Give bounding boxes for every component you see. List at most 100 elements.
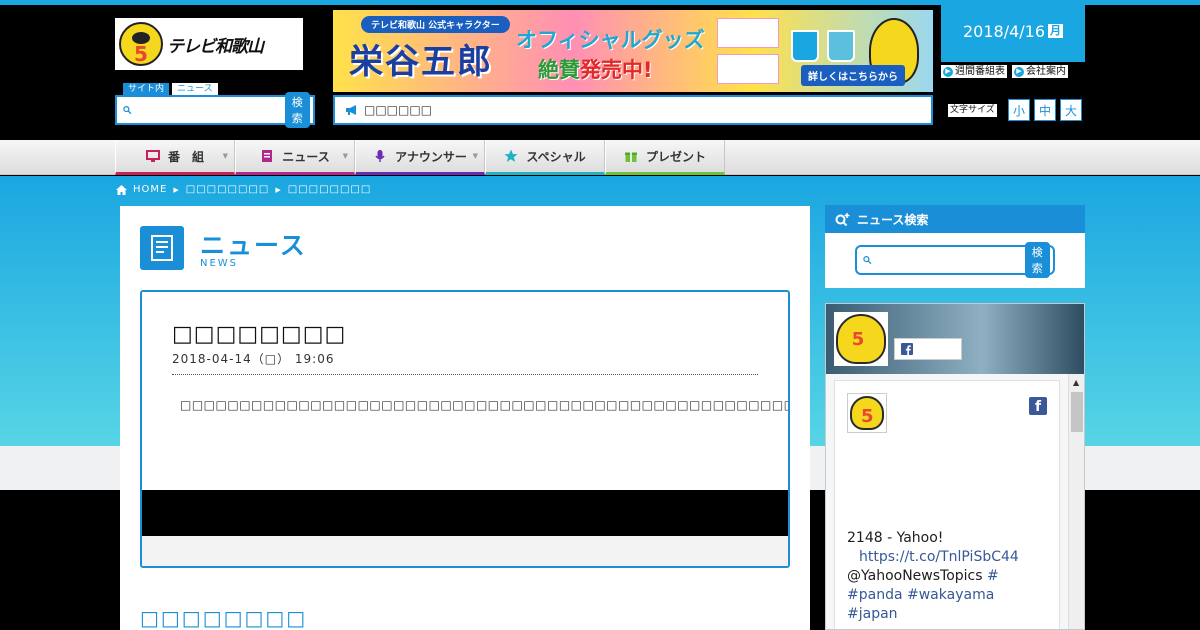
breadcrumb-item[interactable]: □□□□□□□□ [186,184,270,195]
utility-links: ▶ 週間番組表 ▶ 会社案内 [941,65,1068,78]
article-card: □□□□□□□□ 2018-04-14（□） 19:06 □□□□□□□□□□□… [140,290,790,568]
font-size-medium-button[interactable]: 中 [1034,99,1056,121]
scroll-up-icon[interactable]: ▲ [1073,378,1079,387]
sidebar-search-title: ニュース検索 [857,212,929,227]
weekly-schedule-link[interactable]: ▶ 週間番組表 [941,65,1007,78]
related-news-heading: □□□□□□□□ [140,606,308,630]
banner-sale-part1: 絶賛 [538,58,580,82]
scroll-thumb[interactable] [1071,392,1083,432]
hashtag-link[interactable]: #wakayama [907,587,994,603]
video-player-area[interactable] [142,490,788,536]
breadcrumb: HOME ▶ □□□□□□□□ ▶ □□□□□□□□ [116,184,371,195]
search-icon [863,256,872,265]
font-size-small-button[interactable]: 小 [1008,99,1030,121]
newspaper-icon [262,150,273,162]
company-info-label: 会社案内 [1026,66,1066,77]
article-body: □□□□□□□□□□□□□□□□□□□□□□□□□□□□□□□□□□□□□□□□… [180,398,788,412]
megaphone-icon [346,105,356,115]
divider [172,374,758,375]
nav-label: アナウンサー [395,149,467,164]
search-icon [123,106,132,115]
banner-pattern-panel [717,54,779,84]
day-of-week: 月 [1048,24,1064,38]
nav-label: 番 組 [167,149,204,164]
nav-item-news[interactable]: ニュース ▼ [235,140,355,175]
main-nav: 番 組 ▼ ニュース ▼ アナウンサー ▼ スペシャル プレゼント [115,140,725,175]
fb-post-link[interactable]: https://t.co/TnlPiSbC44 [859,549,1019,565]
fb-post-line: 2148 - Yahoo! [847,530,944,546]
banner-goods-text: オフィシャルグッズ [516,28,705,52]
sidebar-search-button[interactable]: 検索 [1024,242,1050,278]
search-input[interactable] [135,100,281,120]
banner-sale-part2: 発売中! [580,58,653,82]
fb-post: f 2148 - Yahoo! https://t.co/TnlPiSbC44 … [834,380,1060,629]
banner-details-link[interactable]: 詳しくはこちらから [801,65,905,86]
arrow-right-icon: ▶ [943,66,953,77]
sidebar-search-input[interactable] [875,250,1021,270]
gift-icon [624,152,637,162]
page-title: ニュース [200,231,307,260]
banner-character-name: 栄谷五郎 [349,42,493,82]
chevron-down-icon: ▼ [222,152,228,160]
search-plus-icon [835,213,850,226]
hashtag-link[interactable]: #panda [847,587,903,603]
facebook-icon [901,343,913,355]
main-content: ニュース NEWS □□□□□□□□ 2018-04-14（□） 19:06 □… [120,206,810,630]
hashtag-link[interactable]: #japan [847,606,898,622]
breadcrumb-home[interactable]: HOME [133,184,167,195]
header-search-box: 検索 [115,92,315,128]
banner-top-label: テレビ和歌山 公式キャラクター [361,16,510,33]
news-document-icon [140,226,184,270]
merch-banner[interactable]: テレビ和歌山 公式キャラクター 栄谷五郎 オフィシャルグッズ 絶賛発売中! 詳し… [333,10,933,92]
news-ticker[interactable]: □□□□□□ [333,95,933,125]
fb-like-button[interactable] [894,338,962,360]
nav-label: ニュース [282,149,330,164]
fb-post-text: 2148 - Yahoo! https://t.co/TnlPiSbC44 @Y… [847,529,1047,624]
home-icon [116,184,127,195]
banner-pattern-panel [717,18,779,48]
mascot-icon [836,314,886,364]
page-subtitle: NEWS [200,258,239,269]
nav-item-programs[interactable]: 番 組 ▼ [115,140,235,175]
article-heading: □□□□□□□□ [172,322,347,347]
weekly-schedule-label: 週間番組表 [955,66,1005,77]
nav-item-presents[interactable]: プレゼント [605,140,725,175]
arrow-right-icon: ▶ [1014,66,1024,77]
nav-label: スペシャル [526,149,586,164]
chevron-right-icon: ▶ [275,185,282,194]
hashtag-link[interactable]: # [987,568,999,584]
facebook-page-widget: f 2148 - Yahoo! https://t.co/TnlPiSbC44 … [825,303,1085,630]
sidebar-search-box: 検索 [855,242,1055,278]
site-logo[interactable]: テレビ和歌山 [115,18,303,70]
nav-item-announcers[interactable]: アナウンサー ▼ [355,140,485,175]
article-date: 2018-04-14（□） 19:06 [172,352,335,366]
search-button[interactable]: 検索 [284,92,310,128]
article-footer [142,536,788,566]
mug-image [827,30,855,62]
logo-text: テレビ和歌山 [167,36,264,57]
facebook-icon[interactable]: f [1029,397,1047,415]
company-info-link[interactable]: ▶ 会社案内 [1012,65,1068,78]
microphone-icon [375,150,385,162]
tv-icon [145,150,160,162]
mascot-logo-icon [119,22,163,66]
fb-page-avatar[interactable] [834,312,888,366]
fb-post-handle: @YahooNewsTopics [847,568,983,584]
current-date: 2018/4/16 月 [941,0,1085,62]
star-icon [504,149,518,162]
mug-image [791,30,819,62]
chevron-right-icon: ▶ [173,185,180,194]
sidebar-search-header: ニュース検索 [825,205,1085,233]
fb-scrollbar[interactable]: ▲ [1068,374,1084,629]
banner-sale-text: 絶賛発売中! [538,54,653,84]
date-text: 2018/4/16 [962,21,1046,41]
mascot-icon [850,396,884,430]
nav-item-special[interactable]: スペシャル [485,140,605,175]
font-size-label: 文字サイズ [948,104,997,117]
chevron-down-icon: ▼ [472,152,478,160]
chevron-down-icon: ▼ [342,152,348,160]
sidebar-search-panel: 検索 [825,233,1085,288]
font-size-large-button[interactable]: 大 [1060,99,1082,121]
fb-post-avatar[interactable] [847,393,887,433]
breadcrumb-item: □□□□□□□□ [287,184,372,195]
